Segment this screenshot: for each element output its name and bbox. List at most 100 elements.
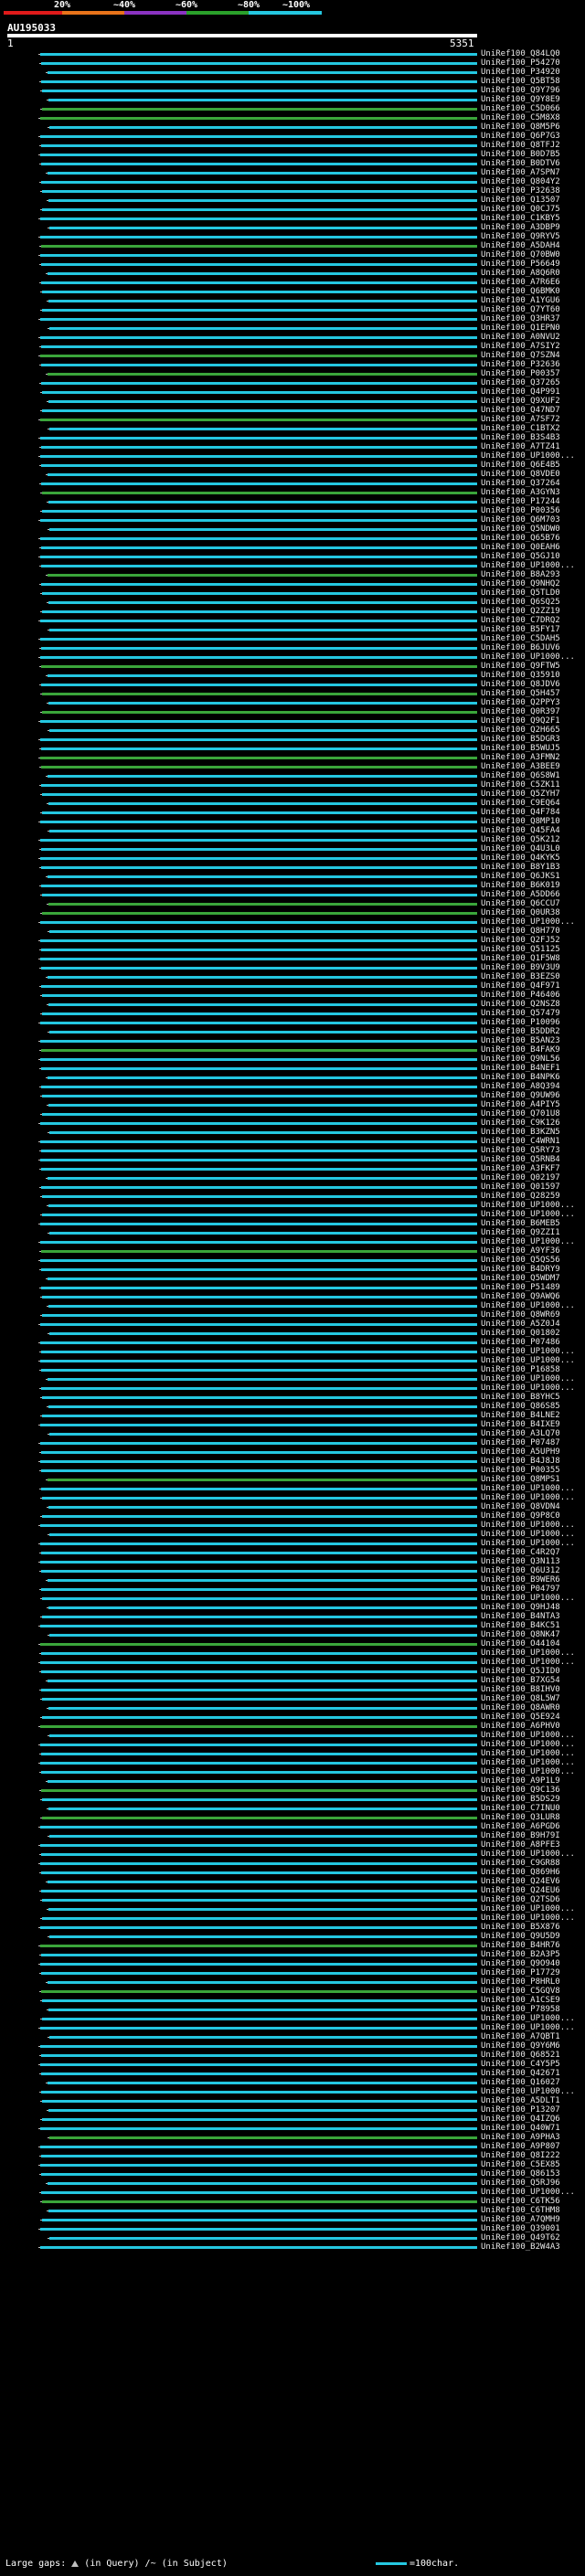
hit-row[interactable]: UniRef100_Q701U8: [0, 1109, 585, 1118]
alignment-bar[interactable]: [41, 464, 477, 467]
hit-label[interactable]: UniRef100_Q2NSZ8: [481, 1000, 583, 1009]
hit-row[interactable]: UniRef100_Q2PPY3: [0, 698, 585, 707]
hit-label[interactable]: UniRef100_Q4P991: [481, 387, 583, 397]
alignment-bar[interactable]: [41, 364, 477, 366]
hit-row[interactable]: UniRef100_UP1000...: [0, 1201, 585, 1210]
alignment-bar[interactable]: [48, 1780, 477, 1783]
alignment-bar[interactable]: [49, 1935, 477, 1938]
alignment-bar[interactable]: [40, 839, 477, 842]
hit-label[interactable]: UniRef100_UP1000...: [481, 1356, 583, 1365]
hit-label[interactable]: UniRef100_Q5GJ10: [481, 552, 583, 561]
alignment-bar[interactable]: [49, 1332, 477, 1335]
hit-row[interactable]: UniRef100_Q02197: [0, 1173, 585, 1182]
alignment-bar[interactable]: [41, 1972, 477, 1975]
hit-row[interactable]: UniRef100_A9P1L9: [0, 1776, 585, 1786]
hit-label[interactable]: UniRef100_B4DRY9: [481, 1265, 583, 1274]
alignment-bar[interactable]: [41, 546, 477, 549]
alignment-bar[interactable]: [40, 638, 477, 641]
alignment-bar[interactable]: [40, 1460, 477, 1463]
hit-label[interactable]: UniRef100_Q13507: [481, 196, 583, 205]
alignment-bar[interactable]: [41, 163, 477, 165]
alignment-bar[interactable]: [42, 1396, 477, 1399]
hit-row[interactable]: UniRef100_UP1000...: [0, 1347, 585, 1356]
alignment-bar[interactable]: [40, 2164, 477, 2167]
alignment-bar[interactable]: [48, 1204, 477, 1207]
hit-label[interactable]: UniRef100_B2A3P5: [481, 1950, 583, 1959]
hit-label[interactable]: UniRef100_Q8L5W7: [481, 1694, 583, 1703]
hit-label[interactable]: UniRef100_A3DBP9: [481, 223, 583, 232]
hit-row[interactable]: UniRef100_Q65B76: [0, 534, 585, 543]
alignment-bar[interactable]: [40, 1140, 477, 1143]
hit-label[interactable]: UniRef100_A3FMN2: [481, 753, 583, 762]
hit-label[interactable]: UniRef100_B3EZS0: [481, 972, 583, 981]
hit-label[interactable]: UniRef100_B4IXE9: [481, 1420, 583, 1429]
hit-row[interactable]: UniRef100_Q7YT60: [0, 305, 585, 314]
alignment-bar[interactable]: [49, 1734, 477, 1737]
alignment-bar[interactable]: [40, 2246, 477, 2249]
hit-label[interactable]: UniRef100_A7SPN7: [481, 168, 583, 177]
alignment-bar[interactable]: [48, 2210, 477, 2212]
hit-label[interactable]: UniRef100_Q9UW96: [481, 1091, 583, 1100]
alignment-bar[interactable]: [49, 2237, 477, 2240]
hit-label[interactable]: UniRef100_P04797: [481, 1585, 583, 1594]
hit-label[interactable]: UniRef100_P00355: [481, 1466, 583, 1475]
hit-label[interactable]: UniRef100_P17244: [481, 497, 583, 506]
hit-row[interactable]: UniRef100_Q24EU6: [0, 1886, 585, 1895]
alignment-bar[interactable]: [40, 1826, 477, 1829]
hit-row[interactable]: UniRef100_Q8I222: [0, 2151, 585, 2160]
hit-label[interactable]: UniRef100_Q8WR69: [481, 1310, 583, 1320]
hit-label[interactable]: UniRef100_Q9Y796: [481, 86, 583, 95]
alignment-bar[interactable]: [40, 135, 477, 138]
hit-row[interactable]: UniRef100_B3EZS0: [0, 972, 585, 981]
hit-row[interactable]: UniRef100_Q6P7G3: [0, 132, 585, 141]
alignment-bar[interactable]: [41, 446, 477, 449]
hit-label[interactable]: UniRef100_B5FY17: [481, 625, 583, 634]
alignment-bar[interactable]: [49, 1433, 477, 1436]
hit-row[interactable]: UniRef100_P8HRL0: [0, 1977, 585, 1987]
alignment-bar[interactable]: [48, 1003, 477, 1006]
alignment-bar[interactable]: [49, 629, 477, 631]
hit-row[interactable]: UniRef100_UP1000...: [0, 451, 585, 461]
hit-label[interactable]: UniRef100_Q9XUF2: [481, 397, 583, 406]
hit-row[interactable]: UniRef100_C5D066: [0, 104, 585, 113]
hit-row[interactable]: UniRef100_B9H79I: [0, 1831, 585, 1840]
hit-row[interactable]: UniRef100_UP1000...: [0, 1301, 585, 1310]
hit-label[interactable]: UniRef100_C6TK56: [481, 2197, 583, 2206]
alignment-bar[interactable]: [42, 1917, 477, 1920]
alignment-bar[interactable]: [41, 1067, 477, 1070]
hit-row[interactable]: UniRef100_UP1000...: [0, 1521, 585, 1530]
alignment-bar[interactable]: [40, 656, 477, 659]
hit-label[interactable]: UniRef100_UP1000...: [481, 1850, 583, 1859]
hit-row[interactable]: UniRef100_P17729: [0, 1968, 585, 1977]
alignment-bar[interactable]: [40, 1223, 477, 1225]
alignment-bar[interactable]: [40, 2045, 477, 2048]
alignment-bar[interactable]: [41, 766, 477, 769]
hit-label[interactable]: UniRef100_B4NPK6: [481, 1073, 583, 1082]
alignment-bar[interactable]: [41, 747, 477, 750]
hit-label[interactable]: UniRef100_Q2PPY3: [481, 698, 583, 707]
alignment-bar[interactable]: [41, 2191, 477, 2194]
alignment-bar[interactable]: [42, 793, 477, 796]
alignment-bar[interactable]: [41, 1369, 477, 1372]
hit-row[interactable]: UniRef100_Q5E924: [0, 1712, 585, 1722]
alignment-bar[interactable]: [42, 994, 477, 997]
hit-row[interactable]: UniRef100_Q9Y796: [0, 86, 585, 95]
hit-row[interactable]: UniRef100_C4R2Q7: [0, 1548, 585, 1557]
alignment-bar[interactable]: [48, 1680, 477, 1682]
hit-label[interactable]: UniRef100_Q5QS56: [481, 1256, 583, 1265]
hit-label[interactable]: UniRef100_Q9P8C0: [481, 1511, 583, 1521]
alignment-bar[interactable]: [48, 1981, 477, 1984]
hit-label[interactable]: UniRef100_Q9NL56: [481, 1055, 583, 1064]
hit-row[interactable]: UniRef100_Q8L5W7: [0, 1694, 585, 1703]
hit-label[interactable]: UniRef100_Q8JDV6: [481, 680, 583, 689]
hit-label[interactable]: UniRef100_B4HR76: [481, 1941, 583, 1950]
hit-row[interactable]: UniRef100_UP1000...: [0, 1594, 585, 1603]
hit-row[interactable]: UniRef100_A7SIY2: [0, 342, 585, 351]
hit-label[interactable]: UniRef100_B4KC51: [481, 1621, 583, 1630]
alignment-bar[interactable]: [42, 1497, 477, 1500]
alignment-bar[interactable]: [48, 199, 477, 202]
alignment-bar[interactable]: [49, 2136, 477, 2139]
hit-label[interactable]: UniRef100_UP1000...: [481, 1904, 583, 1913]
hit-row[interactable]: UniRef100_UP1000...: [0, 1493, 585, 1502]
hit-row[interactable]: UniRef100_Q2H665: [0, 726, 585, 735]
